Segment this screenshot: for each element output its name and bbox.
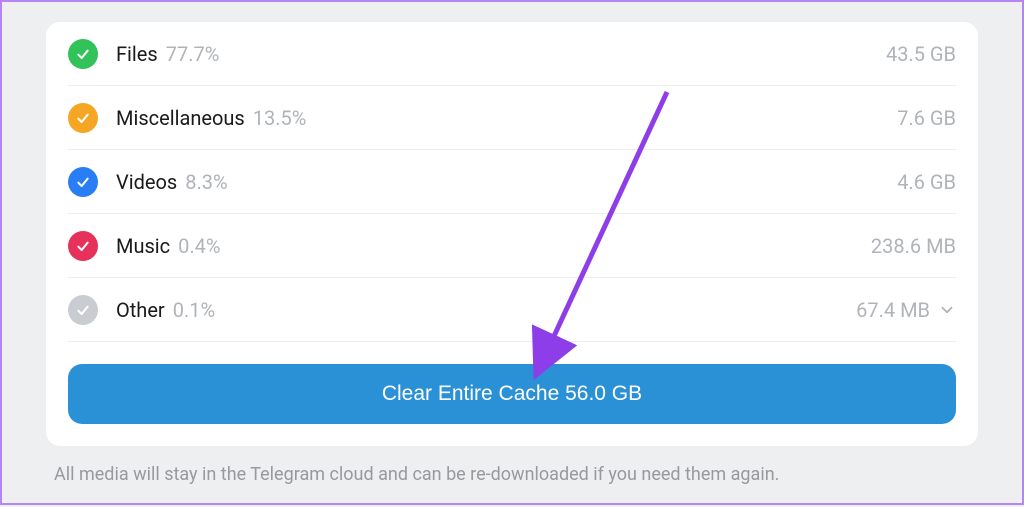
- category-label: Other: [116, 298, 165, 322]
- category-size: 67.4 MB: [856, 298, 930, 322]
- category-size: 43.5 GB: [886, 42, 956, 66]
- category-row-videos[interactable]: Videos 8.3% 4.6 GB: [68, 150, 956, 214]
- cache-card: Files 77.7% 43.5 GB Miscellaneous 13.5% …: [46, 22, 978, 446]
- category-label: Miscellaneous: [116, 106, 245, 130]
- footer-note: All media will stay in the Telegram clou…: [46, 446, 978, 485]
- category-label: Music: [116, 234, 170, 258]
- category-percent: 8.3%: [185, 170, 227, 194]
- category-row-music[interactable]: Music 0.4% 238.6 MB: [68, 214, 956, 278]
- category-size: 238.6 MB: [871, 234, 956, 258]
- category-percent: 0.4%: [178, 234, 220, 258]
- category-size: 7.6 GB: [897, 106, 956, 130]
- category-label: Files: [116, 42, 158, 66]
- category-row-misc[interactable]: Miscellaneous 13.5% 7.6 GB: [68, 86, 956, 150]
- category-row-other[interactable]: Other 0.1% 67.4 MB: [68, 278, 956, 342]
- checkmark-icon: [68, 231, 98, 261]
- chevron-down-icon: [938, 301, 956, 319]
- clear-cache-button[interactable]: Clear Entire Cache 56.0 GB: [68, 364, 956, 424]
- checkmark-icon: [68, 39, 98, 69]
- checkmark-icon: [68, 295, 98, 325]
- category-percent: 0.1%: [173, 298, 215, 322]
- checkmark-icon: [68, 103, 98, 133]
- category-percent: 77.7%: [166, 42, 220, 66]
- category-row-files[interactable]: Files 77.7% 43.5 GB: [68, 22, 956, 86]
- category-size: 4.6 GB: [897, 170, 956, 194]
- category-label: Videos: [116, 170, 177, 194]
- checkmark-icon: [68, 167, 98, 197]
- category-percent: 13.5%: [253, 106, 307, 130]
